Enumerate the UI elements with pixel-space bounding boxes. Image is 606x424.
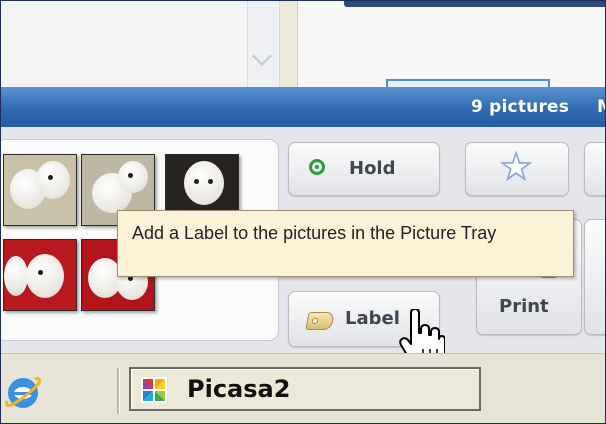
hold-button[interactable]: Hold bbox=[288, 142, 440, 196]
taskbar-separator bbox=[117, 368, 120, 414]
hold-icon bbox=[309, 159, 325, 175]
internet-explorer-icon[interactable] bbox=[5, 375, 41, 411]
picture-count: 9 pictures bbox=[471, 97, 570, 117]
tray-thumbnail[interactable] bbox=[3, 239, 77, 311]
status-bar-truncated-text: M bbox=[597, 97, 605, 117]
star-button[interactable]: ★ bbox=[465, 142, 569, 196]
label-button-label: Label bbox=[345, 308, 400, 329]
star-icon: ★ bbox=[499, 147, 533, 188]
library-view-pane bbox=[297, 1, 605, 89]
tray-thumbnail[interactable] bbox=[3, 154, 77, 226]
taskbar-button-label: Picasa2 bbox=[187, 375, 291, 403]
folder-list-scrollbar[interactable] bbox=[247, 1, 278, 87]
partial-toolbar-button[interactable] bbox=[584, 219, 605, 335]
taskbar-picasa-button[interactable]: Picasa2 bbox=[129, 367, 481, 411]
picasa-icon bbox=[141, 377, 167, 403]
folder-list-pane bbox=[1, 1, 280, 87]
tooltip: Add a Label to the pictures in the Pictu… bbox=[117, 210, 574, 277]
hold-button-label: Hold bbox=[349, 158, 396, 179]
screen-frame: 9 pictures M Hold ★ Print bbox=[0, 0, 606, 424]
scroll-down-chevron-icon[interactable] bbox=[252, 46, 272, 66]
partial-toolbar-button[interactable] bbox=[584, 142, 605, 196]
print-button-label: Print bbox=[499, 296, 549, 317]
library-item-edge bbox=[344, 1, 605, 7]
tooltip-text: Add a Label to the pictures in the Pictu… bbox=[132, 223, 497, 243]
label-tag-icon bbox=[305, 312, 335, 330]
